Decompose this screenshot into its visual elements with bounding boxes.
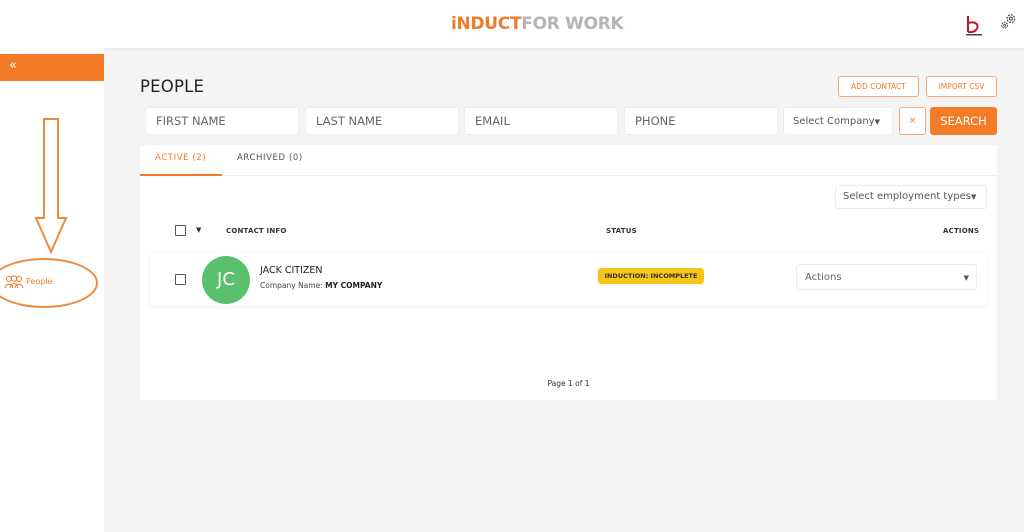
pagination-label: Page 1 of 1 bbox=[547, 379, 590, 388]
sidebar: « People bbox=[0, 48, 104, 532]
employment-type-label: Select employment types bbox=[843, 191, 971, 202]
company-label: Company Name: bbox=[260, 281, 323, 290]
row-actions-label: Actions bbox=[805, 272, 842, 283]
email-input[interactable] bbox=[464, 107, 618, 135]
column-header-contact-info: CONTACT INFO bbox=[226, 227, 287, 235]
active-tab-indicator bbox=[140, 174, 222, 176]
row-actions-select[interactable]: Actions ▼ bbox=[796, 264, 977, 290]
clear-filters-button[interactable]: × bbox=[899, 107, 926, 135]
company-line: Company Name: MY COMPANY bbox=[260, 281, 382, 290]
tab-archived[interactable]: ARCHIVED (0) bbox=[237, 153, 303, 163]
import-csv-button[interactable]: IMPORT CSV bbox=[926, 76, 997, 97]
search-button[interactable]: SEARCH bbox=[930, 107, 997, 135]
contacts-card: ACTIVE (2) ARCHIVED (0) Select employmen… bbox=[140, 145, 997, 400]
row-checkbox[interactable] bbox=[175, 274, 186, 285]
first-name-input[interactable] bbox=[145, 107, 299, 135]
employment-type-select[interactable]: Select employment types▼ bbox=[835, 185, 987, 209]
brand-logo-icon[interactable] bbox=[962, 13, 986, 37]
phone-input[interactable] bbox=[624, 107, 778, 135]
app-logo[interactable]: iNDUCTFOR WORK bbox=[451, 14, 624, 34]
tab-divider bbox=[140, 175, 997, 176]
people-icon bbox=[4, 275, 24, 289]
company-select[interactable]: Select Company▼ bbox=[783, 107, 893, 135]
select-all-checkbox[interactable] bbox=[175, 225, 186, 236]
table-row[interactable]: JC JACK CITIZEN Company Name: MY COMPANY… bbox=[150, 253, 987, 306]
column-header-actions: ACTIONS bbox=[943, 227, 980, 235]
caret-down-icon: ▼ bbox=[963, 274, 969, 282]
caret-down-icon: ▼ bbox=[970, 193, 977, 201]
logo-part-1: iNDUCT bbox=[451, 14, 522, 34]
sidebar-item-label: People bbox=[26, 277, 53, 286]
down-arrow-annotation bbox=[34, 118, 68, 255]
bulk-select-caret-icon[interactable]: ▼ bbox=[196, 226, 201, 234]
last-name-input[interactable] bbox=[305, 107, 459, 135]
company-name: MY COMPANY bbox=[325, 281, 383, 290]
column-header-status: STATUS bbox=[606, 227, 637, 235]
company-select-label: Select Company bbox=[793, 116, 875, 127]
tab-active[interactable]: ACTIVE (2) bbox=[155, 153, 206, 163]
add-contact-button[interactable]: ADD CONTACT bbox=[838, 76, 919, 97]
settings-gear-icon[interactable] bbox=[999, 12, 1018, 31]
top-bar: iNDUCTFOR WORK bbox=[0, 0, 1024, 48]
contact-name[interactable]: JACK CITIZEN bbox=[260, 265, 323, 276]
status-badge: INDUCTION: INCOMPLETE bbox=[598, 268, 704, 284]
logo-part-2: FOR WORK bbox=[521, 14, 624, 34]
sidebar-collapse-button[interactable]: « bbox=[0, 54, 104, 81]
avatar: JC bbox=[202, 256, 250, 304]
double-chevron-left-icon: « bbox=[9, 58, 17, 73]
caret-down-icon: ▼ bbox=[874, 118, 880, 126]
sidebar-item-people[interactable]: People bbox=[0, 258, 100, 308]
page-title: PEOPLE bbox=[140, 77, 205, 96]
